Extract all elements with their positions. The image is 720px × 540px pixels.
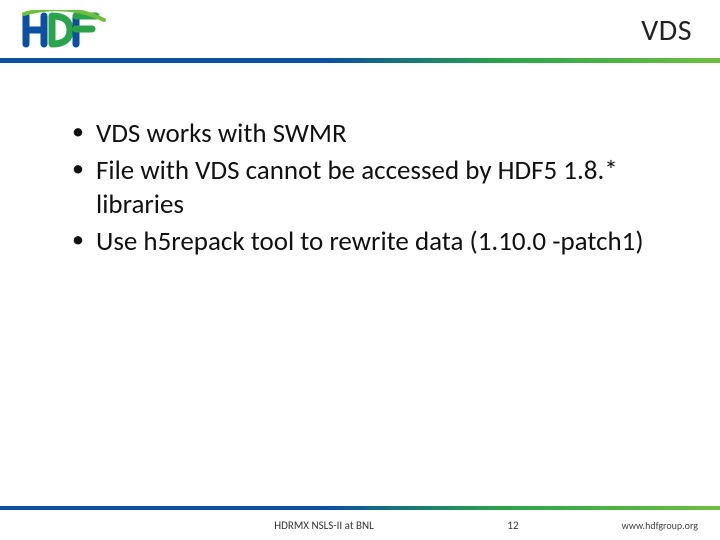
page-title: VDS [641, 12, 692, 49]
bullet-item: Use h5repack tool to rewrite data (1.10.… [68, 225, 652, 260]
footer-url: www.hdfgroup.org [558, 519, 698, 532]
body: VDS works with SWMR File with VDS cannot… [0, 63, 720, 540]
hdf-logo-icon [22, 10, 108, 50]
footer-left-text: HDRMX NSLS-II at BNL [0, 519, 468, 532]
bullet-list: VDS works with SWMR File with VDS cannot… [68, 117, 652, 259]
bullet-item: File with VDS cannot be accessed by HDF5… [68, 154, 652, 223]
header: VDS [0, 0, 720, 58]
slide: VDS VDS works with SWMR File with VDS ca… [0, 0, 720, 540]
hdf-logo [22, 10, 108, 50]
footer-row: HDRMX NSLS-II at BNL 12 www.hdfgroup.org [0, 510, 720, 540]
page-number: 12 [468, 519, 558, 532]
footer: HDRMX NSLS-II at BNL 12 www.hdfgroup.org [0, 506, 720, 540]
bullet-item: VDS works with SWMR [68, 117, 652, 152]
